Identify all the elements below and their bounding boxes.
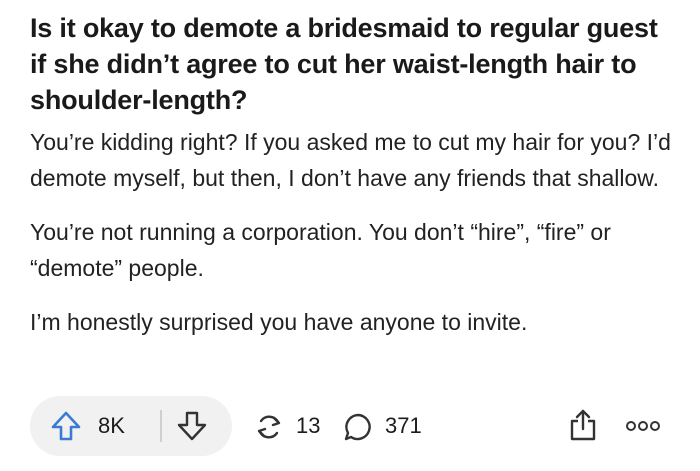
share-count: 13 xyxy=(296,413,321,438)
action-bar: 8K 13 371 xyxy=(30,394,670,458)
comment-count: 371 xyxy=(385,413,422,438)
arrow-up-icon[interactable] xyxy=(50,410,82,442)
comment-bubble-icon[interactable] xyxy=(343,412,373,442)
answer-paragraph: I’m honestly surprised you have anyone t… xyxy=(30,309,528,335)
vote-divider xyxy=(160,410,162,442)
share-icon[interactable] xyxy=(252,412,286,442)
vote-pill: 8K xyxy=(30,396,232,456)
upvote-count: 8K xyxy=(98,413,125,438)
arrow-down-icon[interactable] xyxy=(176,410,208,442)
post-content: Is it okay to demote a bridesmaid to reg… xyxy=(30,10,680,340)
more-dots-icon[interactable] xyxy=(626,420,660,432)
answer-paragraph: You’re kidding right? If you asked me to… xyxy=(30,129,671,191)
post-title: Is it okay to demote a bridesmaid to reg… xyxy=(30,13,658,115)
upload-icon[interactable] xyxy=(567,408,599,442)
answer-paragraph: You’re not running a corporation. You do… xyxy=(30,219,611,281)
